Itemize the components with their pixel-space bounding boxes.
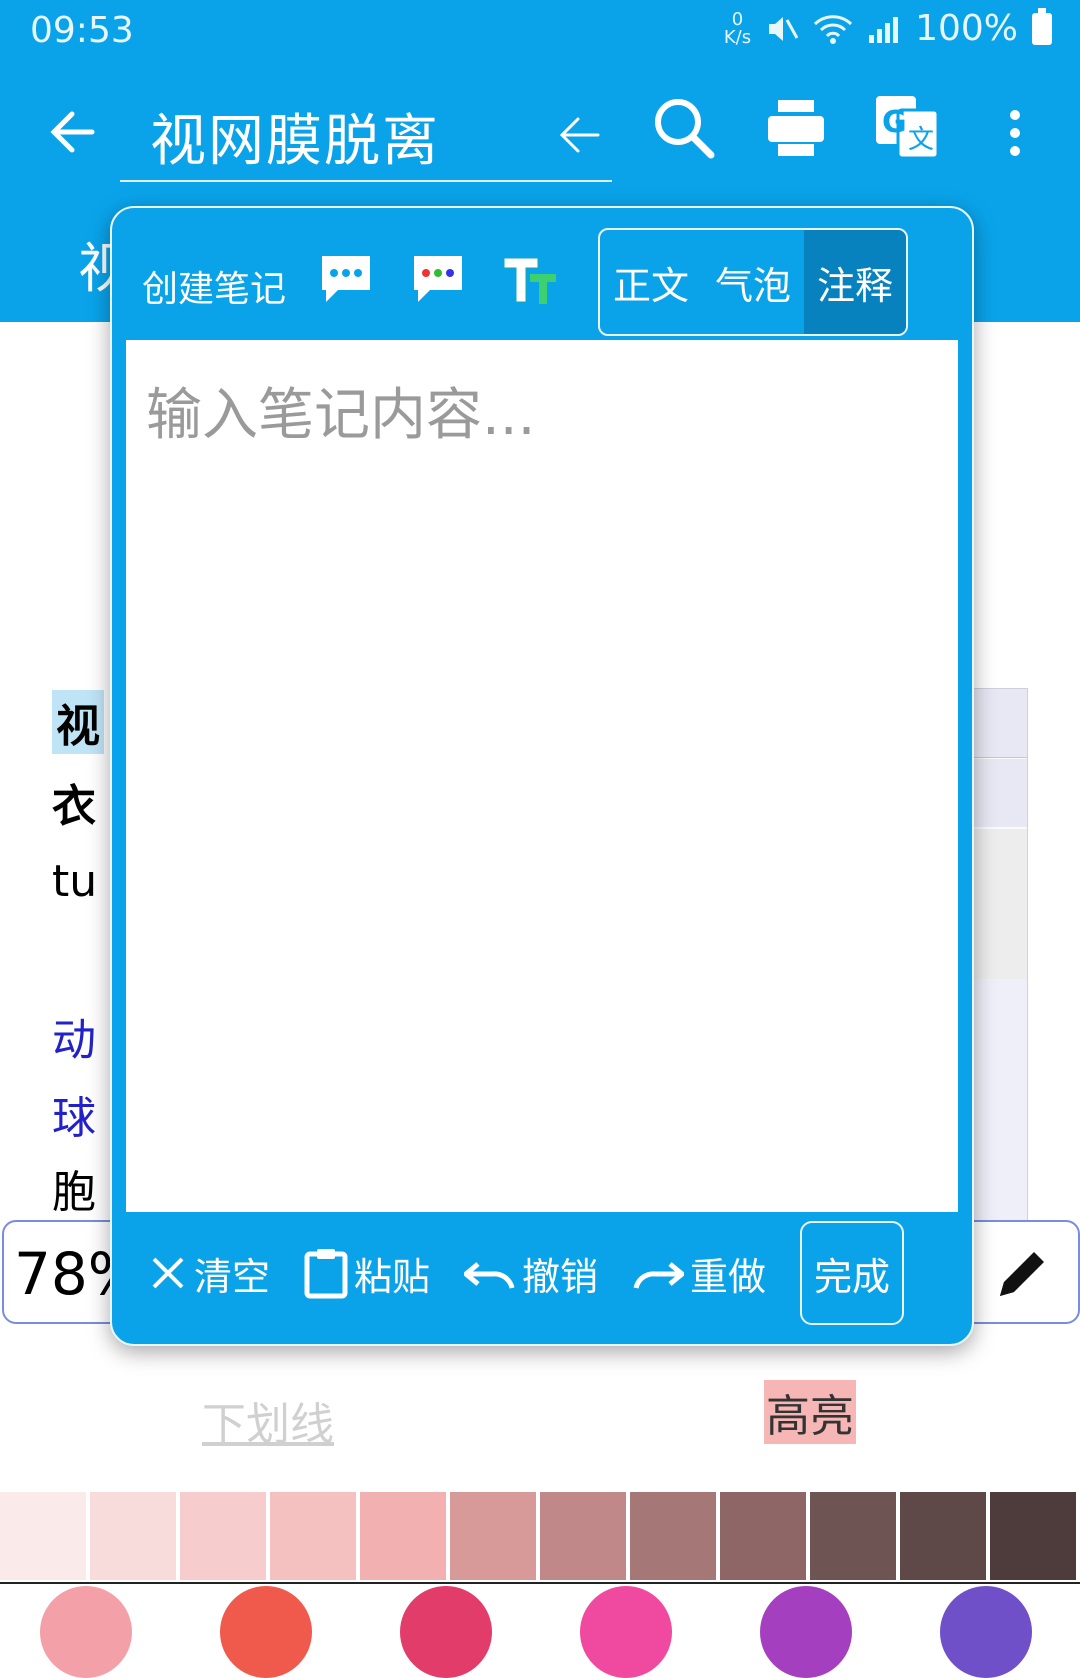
content-link-fragment[interactable]: 动 [52,1004,96,1068]
more-vert-icon[interactable] [1010,102,1020,164]
color-swatch[interactable] [720,1492,810,1580]
paste-label: 粘贴 [354,1254,431,1299]
color-circle[interactable] [40,1586,132,1678]
highlight-style-option[interactable]: 高亮 [764,1380,856,1444]
status-right: 0 K/s 100% [723,7,1052,49]
search-query-title[interactable]: 视网膜脱离 [150,96,440,177]
color-opacity-swatches [0,1492,1080,1580]
text-style-button[interactable] [500,252,560,310]
color-swatch[interactable] [180,1492,270,1580]
undo-label: 撤销 [522,1254,599,1299]
content-link-fragment[interactable]: 球 [52,1082,96,1146]
translate-button[interactable]: G文 [872,92,944,164]
color-circle[interactable] [580,1586,672,1678]
undo-button[interactable]: 撤销 [464,1246,598,1301]
note-style-bubble-color[interactable] [410,252,466,310]
print-button[interactable] [760,92,832,164]
translate-icon: G文 [876,96,940,160]
infobox-table-edge [970,688,1028,1230]
color-swatch[interactable] [360,1492,450,1580]
search-icon [655,99,715,159]
note-style-bubble-white[interactable] [318,252,374,310]
status-time: 09:53 [30,10,134,51]
redo-icon [633,1262,685,1289]
color-swatch[interactable] [900,1492,990,1580]
app-bar: 视网膜脱离 G文 [0,68,1080,204]
print-icon [768,100,824,156]
content-fragment: tu [52,856,98,907]
redo-label: 重做 [690,1254,767,1299]
color-circle[interactable] [400,1586,492,1678]
color-swatch[interactable] [450,1492,540,1580]
dialog-title: 创建笔记 [142,269,287,310]
color-swatch[interactable] [630,1492,720,1580]
note-mode-segmented: 正文 气泡 注释 [598,228,908,336]
prev-arrow-icon[interactable] [556,112,602,158]
underline-style-option[interactable]: 下划线 [202,1388,334,1452]
svg-text:G: G [882,105,907,140]
undo-icon [464,1262,515,1289]
dialog-toolbar: 清空 粘贴 撤销 重做 完成 [126,1218,958,1328]
color-circles [0,1586,1080,1678]
status-bar: 09:53 0 K/s 100% [0,0,1080,68]
mute-icon [769,16,799,41]
signal-icon [869,16,899,43]
color-circle[interactable] [760,1586,852,1678]
color-swatch[interactable] [270,1492,360,1580]
app-bar-actions: G文 [648,92,944,164]
color-circle[interactable] [220,1586,312,1678]
color-swatch[interactable] [90,1492,180,1580]
mode-bubble[interactable]: 气泡 [702,230,804,334]
mode-annotation[interactable]: 注释 [804,230,906,334]
color-swatch[interactable] [0,1492,90,1580]
color-swatch[interactable] [990,1492,1080,1580]
content-fragment: 衣 [52,781,96,832]
close-icon [152,1257,184,1289]
wifi-icon [814,14,853,44]
svg-text:文: 文 [908,125,934,155]
create-note-dialog: 创建笔记 正文 气泡 注释 输入笔记内容... 清空 粘贴 撤销 重做 完成 [110,206,974,1346]
note-input-placeholder: 输入笔记内容... [146,383,536,448]
color-chat-bubble-icon [414,256,462,302]
color-circle[interactable] [940,1586,1032,1678]
redo-button[interactable]: 重做 [632,1246,766,1301]
battery-percent: 100% [915,8,1018,49]
pencil-icon[interactable] [992,1244,1052,1304]
divider [0,1582,1080,1584]
clear-label: 清空 [194,1254,271,1299]
color-swatch[interactable] [810,1492,900,1580]
network-speed-indicator: 0 K/s [723,8,752,48]
text-format-icon [503,257,556,304]
back-arrow-icon[interactable] [48,108,96,156]
search-button[interactable] [648,92,720,164]
content-fragment: 胞 [52,1167,96,1218]
color-swatch[interactable] [540,1492,630,1580]
paste-button[interactable]: 粘贴 [304,1246,430,1301]
mode-body[interactable]: 正文 [600,230,702,334]
battery-icon [1032,7,1052,45]
note-content-input[interactable] [126,340,958,1212]
title-underline [120,180,612,182]
clear-button[interactable]: 清空 [148,1246,270,1301]
done-button[interactable]: 完成 [800,1221,905,1325]
clipboard-icon [304,1249,348,1299]
chat-bubble-icon [322,256,370,302]
content-fragment: 视 [52,690,104,754]
